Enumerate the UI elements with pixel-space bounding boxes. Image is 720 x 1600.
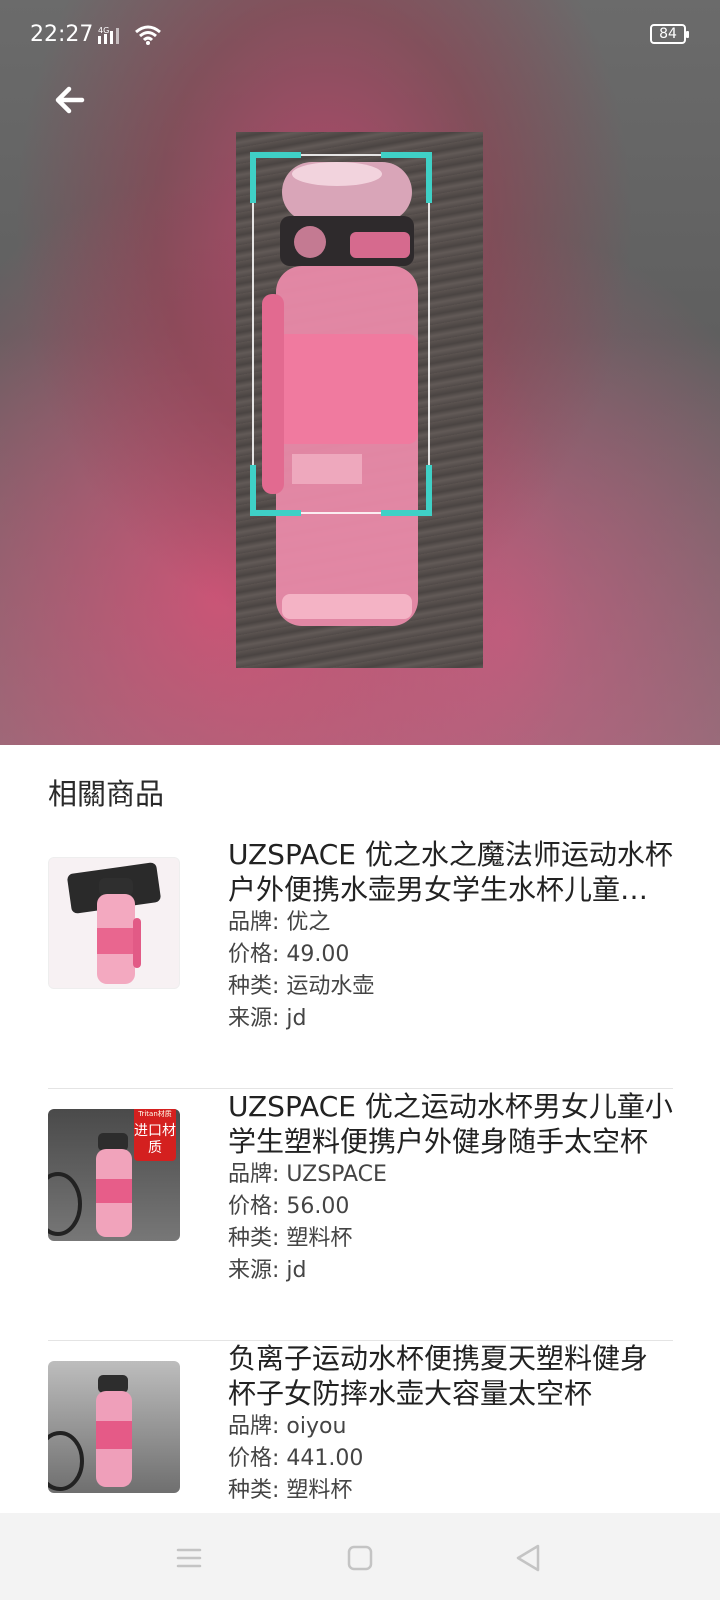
battery-level: 84 [659,26,677,42]
product-source: 来源: jd [228,1003,673,1035]
product-category: 种类: 塑料杯 [228,1475,673,1507]
price-label: 价格: [228,942,287,967]
brand-label: 品牌: [228,1414,287,1439]
product-category: 种类: 运动水壶 [228,971,673,1003]
brand-label: 品牌: [228,910,287,935]
product-info: 负离子运动水杯便携夏天塑料健身杯子女防摔水壶大容量太空杯 品牌: oiyou 价… [228,1341,673,1507]
product-brand: 品牌: 优之 [228,907,673,939]
product-item[interactable]: 负离子运动水杯便携夏天塑料健身杯子女防摔水壶大容量太空杯 品牌: oiyou 价… [48,1341,673,1513]
network-type: 4G [98,26,109,35]
badge-subtext: Tritan材质 [138,1110,172,1118]
menu-button[interactable] [172,1541,206,1575]
product-thumbnail[interactable]: Tritan材质 进口材质 [48,1109,180,1241]
crop-handle-top-right[interactable] [381,152,432,203]
bottle-thumbnail-image [49,858,179,988]
wifi-icon [134,24,162,50]
import-material-badge: Tritan材质 进口材质 [134,1109,176,1161]
category-label: 种类: [228,1478,287,1503]
product-price: 价格: 441.00 [228,1443,673,1475]
category-value: 运动水壶 [286,974,375,999]
crop-handle-top-left[interactable] [250,152,301,203]
product-title[interactable]: UZSPACE 优之运动水杯男女儿童小学生塑料便携户外健身随手太空杯 [228,1089,673,1159]
product-item[interactable]: UZSPACE 优之水之魔法师运动水杯户外便携水壶男女学生水杯儿童塑料杯子大容量… [48,837,673,1089]
product-item[interactable]: Tritan材质 进口材质 UZSPACE 优之运动水杯男女儿童小学生塑料便携户… [48,1089,673,1341]
price-value: 441.00 [286,1446,364,1471]
price-value: 56.00 [286,1194,350,1219]
product-thumbnail[interactable] [48,1361,180,1493]
product-title[interactable]: 负离子运动水杯便携夏天塑料健身杯子女防摔水壶大容量太空杯 [228,1341,673,1411]
back-button[interactable] [52,82,92,122]
back-triangle-icon [516,1544,540,1572]
source-value: jd [286,1006,307,1031]
section-title: 相關商品 [48,777,165,811]
source-label: 来源: [228,1258,287,1283]
nav-back-button[interactable] [512,1541,546,1575]
brand-value: oiyou [286,1414,347,1439]
source-label: 来源: [228,1006,287,1031]
home-square-icon [347,1545,373,1571]
captured-photo [236,132,483,668]
arrow-left-icon [55,86,85,114]
category-label: 种类: [228,1226,287,1251]
product-title[interactable]: UZSPACE 优之水之魔法师运动水杯户外便携水壶男女学生水杯儿童塑料杯子大容量… [228,837,673,907]
category-value: 塑料杯 [286,1478,353,1503]
bottle-thumbnail-image [48,1375,132,1491]
status-bar: 22:27 4G 84 [0,0,720,70]
home-button[interactable] [343,1541,377,1575]
product-brand: 品牌: UZSPACE [228,1159,673,1191]
product-thumbnail[interactable] [48,857,180,989]
price-value: 49.00 [286,942,350,967]
price-label: 价格: [228,1194,287,1219]
category-label: 种类: [228,974,287,999]
product-price: 价格: 49.00 [228,939,673,971]
crop-handle-bottom-left[interactable] [250,465,301,516]
source-value: jd [286,1258,307,1283]
cell-signal-icon: 4G [98,26,128,50]
menu-icon [176,1548,202,1568]
scan-frame[interactable] [250,152,432,516]
brand-value: 优之 [286,910,331,935]
product-category: 种类: 塑料杯 [228,1223,673,1255]
brand-label: 品牌: [228,1162,287,1187]
product-brand: 品牌: oiyou [228,1411,673,1443]
product-info: UZSPACE 优之运动水杯男女儿童小学生塑料便携户外健身随手太空杯 品牌: U… [228,1089,673,1287]
battery-icon: 84 [650,24,689,44]
image-preview-area: 22:27 4G 84 [0,0,720,745]
badge-text: 进口材质 [134,1123,176,1156]
status-time: 22:27 [30,22,94,47]
system-nav-bar [0,1513,720,1600]
related-products-sheet: 相關商品 UZSPACE 优之水之魔法师运动水杯户外便携水壶男女学生水杯儿童塑料… [0,745,720,1513]
product-info: UZSPACE 优之水之魔法师运动水杯户外便携水壶男女学生水杯儿童塑料杯子大容量… [228,837,673,1035]
price-label: 价格: [228,1446,287,1471]
crop-handle-bottom-right[interactable] [381,465,432,516]
brand-value: UZSPACE [286,1162,387,1187]
product-price: 价格: 56.00 [228,1191,673,1223]
product-source: 来源: jd [228,1255,673,1287]
category-value: 塑料杯 [286,1226,353,1251]
